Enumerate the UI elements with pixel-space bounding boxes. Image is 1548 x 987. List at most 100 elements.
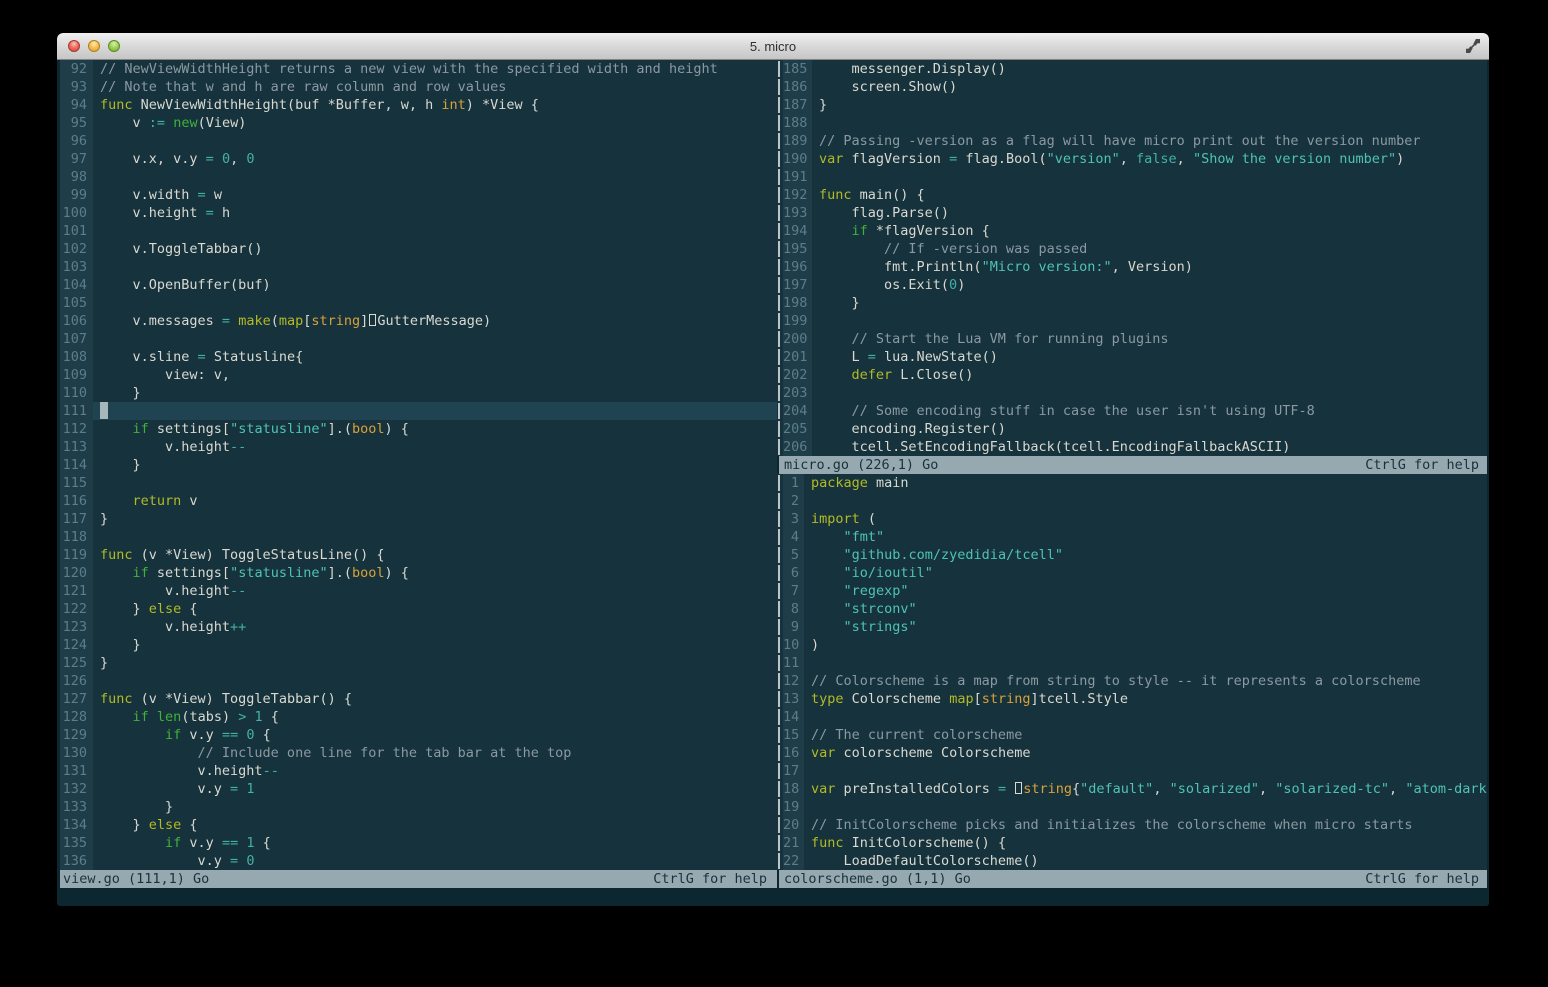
code-line[interactable]: 16var colorscheme Colorscheme — [777, 744, 1487, 762]
code-line[interactable]: 9 "strings" — [777, 618, 1487, 636]
code-line[interactable]: 92// NewViewWidthHeight returns a new vi… — [60, 60, 777, 78]
code-line[interactable]: 13type Colorscheme map[string]tcell.Styl… — [777, 690, 1487, 708]
code-line[interactable]: 190var flagVersion = flag.Bool("version"… — [777, 150, 1487, 168]
code-line[interactable]: 94func NewViewWidthHeight(buf *Buffer, w… — [60, 96, 777, 114]
code-line[interactable]: 99 v.width = w — [60, 186, 777, 204]
code-line[interactable]: 18var preInstalledColors = string{"defau… — [777, 780, 1487, 798]
code-line[interactable]: 20// InitColorscheme picks and initializ… — [777, 816, 1487, 834]
code-line[interactable]: 114 } — [60, 456, 777, 474]
code-line[interactable]: 115 — [60, 474, 777, 492]
code-line[interactable]: 105 — [60, 294, 777, 312]
code-line[interactable]: 120 if settings["statusline"].(bool) { — [60, 564, 777, 582]
code-line[interactable]: 131 v.height-- — [60, 762, 777, 780]
code-line[interactable]: 134 } else { — [60, 816, 777, 834]
code-line[interactable]: 2 — [777, 492, 1487, 510]
code-line[interactable]: 200 // Start the Lua VM for running plug… — [777, 330, 1487, 348]
code-line[interactable]: 128 if len(tabs) > 1 { — [60, 708, 777, 726]
code-line[interactable]: 107 — [60, 330, 777, 348]
code-line[interactable]: 93// Note that w and h are raw column an… — [60, 78, 777, 96]
code-line[interactable]: 124 } — [60, 636, 777, 654]
code-line[interactable]: 199 — [777, 312, 1487, 330]
code-line[interactable]: 194 if *flagVersion { — [777, 222, 1487, 240]
code-line[interactable]: 22 LoadDefaultColorscheme() — [777, 852, 1487, 870]
code-line[interactable]: 7 "regexp" — [777, 582, 1487, 600]
code-line[interactable]: 135 if v.y == 1 { — [60, 834, 777, 852]
code-line[interactable]: 121 v.height-- — [60, 582, 777, 600]
code-line[interactable]: 5 "github.com/zyedidia/tcell" — [777, 546, 1487, 564]
code-line[interactable]: 15// The current colorscheme — [777, 726, 1487, 744]
code-line[interactable]: 98 — [60, 168, 777, 186]
code-line[interactable]: 186 screen.Show() — [777, 78, 1487, 96]
code-line[interactable]: 113 v.height-- — [60, 438, 777, 456]
code-line[interactable]: 132 v.y = 1 — [60, 780, 777, 798]
code-line[interactable]: 103 — [60, 258, 777, 276]
code-line[interactable]: 206 tcell.SetEncodingFallback(tcell.Enco… — [777, 438, 1487, 456]
code-line[interactable]: 123 v.height++ — [60, 618, 777, 636]
code-line[interactable]: 19 — [777, 798, 1487, 816]
code-line[interactable]: 197 os.Exit(0) — [777, 276, 1487, 294]
code-line[interactable]: 14 — [777, 708, 1487, 726]
code-line[interactable]: 101 — [60, 222, 777, 240]
code-line[interactable]: 136 v.y = 0 — [60, 852, 777, 870]
code-line[interactable]: 196 fmt.Println("Micro version:", Versio… — [777, 258, 1487, 276]
code-line[interactable]: 1package main — [777, 474, 1487, 492]
code-line[interactable]: 112 if settings["statusline"].(bool) { — [60, 420, 777, 438]
line-number: 14 — [783, 708, 804, 726]
code-line[interactable]: 188 — [777, 114, 1487, 132]
code-line[interactable]: 11 — [777, 654, 1487, 672]
code-line[interactable]: 97 v.x, v.y = 0, 0 — [60, 150, 777, 168]
code-line[interactable]: 201 L = lua.NewState() — [777, 348, 1487, 366]
code-line[interactable]: 192func main() { — [777, 186, 1487, 204]
code-line[interactable]: 127func (v *View) ToggleTabbar() { — [60, 690, 777, 708]
code-line[interactable]: 129 if v.y == 0 { — [60, 726, 777, 744]
code-text: } else { — [93, 816, 777, 834]
code-line[interactable]: 122 } else { — [60, 600, 777, 618]
code-line[interactable]: 12// Colorscheme is a map from string to… — [777, 672, 1487, 690]
code-line[interactable]: 111 — [60, 402, 777, 420]
code-line[interactable]: 133 } — [60, 798, 777, 816]
code-line[interactable]: 193 flag.Parse() — [777, 204, 1487, 222]
code-line[interactable]: 202 defer L.Close() — [777, 366, 1487, 384]
code-line[interactable]: 10) — [777, 636, 1487, 654]
zoom-button[interactable] — [108, 40, 120, 52]
code-line[interactable]: 119func (v *View) ToggleStatusLine() { — [60, 546, 777, 564]
code-line[interactable]: 102 v.ToggleTabbar() — [60, 240, 777, 258]
code-line[interactable]: 21func InitColorscheme() { — [777, 834, 1487, 852]
code-line[interactable]: 3import ( — [777, 510, 1487, 528]
code-line[interactable]: 205 encoding.Register() — [777, 420, 1487, 438]
code-line[interactable]: 203 — [777, 384, 1487, 402]
code-line[interactable]: 17 — [777, 762, 1487, 780]
code-line[interactable]: 110 } — [60, 384, 777, 402]
code-line[interactable]: 6 "io/ioutil" — [777, 564, 1487, 582]
close-button[interactable] — [68, 40, 80, 52]
title-bar[interactable]: 5. micro — [57, 33, 1489, 60]
pane-view-go[interactable]: 92// NewViewWidthHeight returns a new vi… — [60, 60, 777, 888]
code-line[interactable]: 8 "strconv" — [777, 600, 1487, 618]
fullscreen-icon[interactable] — [1466, 39, 1480, 53]
code-line[interactable]: 100 v.height = h — [60, 204, 777, 222]
code-line[interactable]: 126 — [60, 672, 777, 690]
code-line[interactable]: 185 messenger.Display() — [777, 60, 1487, 78]
line-number: 109 — [60, 366, 93, 384]
code-line[interactable]: 187} — [777, 96, 1487, 114]
code-line[interactable]: 96 — [60, 132, 777, 150]
code-line[interactable]: 95 v := new(View) — [60, 114, 777, 132]
pane-right[interactable]: 185 messenger.Display()186 screen.Show()… — [777, 60, 1487, 888]
code-line[interactable]: 4 "fmt" — [777, 528, 1487, 546]
code-line[interactable]: 106 v.messages = make(map[string]GutterM… — [60, 312, 777, 330]
code-line[interactable]: 130 // Include one line for the tab bar … — [60, 744, 777, 762]
code-line[interactable]: 204 // Some encoding stuff in case the u… — [777, 402, 1487, 420]
code-line[interactable]: 195 // If -version was passed — [777, 240, 1487, 258]
code-line[interactable]: 108 v.sline = Statusline{ — [60, 348, 777, 366]
minimize-button[interactable] — [88, 40, 100, 52]
code-line[interactable]: 189// Passing -version as a flag will ha… — [777, 132, 1487, 150]
code-line[interactable]: 118 — [60, 528, 777, 546]
code-line[interactable]: 104 v.OpenBuffer(buf) — [60, 276, 777, 294]
code-line[interactable]: 109 view: v, — [60, 366, 777, 384]
pane-divider-icon — [777, 258, 783, 276]
code-line[interactable]: 191 — [777, 168, 1487, 186]
code-line[interactable]: 116 return v — [60, 492, 777, 510]
code-line[interactable]: 125} — [60, 654, 777, 672]
code-line[interactable]: 117} — [60, 510, 777, 528]
code-line[interactable]: 198 } — [777, 294, 1487, 312]
